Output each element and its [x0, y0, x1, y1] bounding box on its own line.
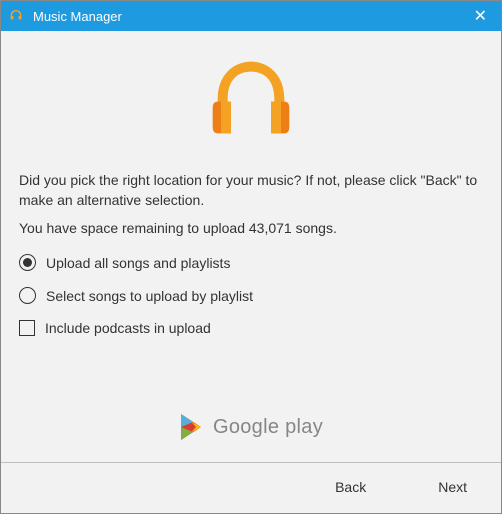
radio-label: Upload all songs and playlists — [46, 255, 230, 271]
radio-upload-all[interactable]: Upload all songs and playlists — [19, 254, 483, 271]
checkbox-label: Include podcasts in upload — [45, 320, 211, 336]
google-play-text: Google play — [213, 416, 323, 439]
checkbox-include-podcasts[interactable]: Include podcasts in upload — [19, 320, 483, 336]
google-play-branding: Google play — [19, 404, 483, 462]
titlebar: Music Manager ✕ — [1, 1, 501, 31]
prompt-text: Did you pick the right location for your… — [19, 171, 483, 210]
checkbox-icon — [19, 320, 35, 336]
back-button[interactable]: Back — [327, 475, 374, 499]
radio-by-playlist[interactable]: Select songs to upload by playlist — [19, 287, 483, 304]
radio-icon — [19, 254, 36, 271]
radio-label: Select songs to upload by playlist — [46, 288, 253, 304]
radio-icon — [19, 287, 36, 304]
footer: Back Next — [1, 462, 501, 513]
content-area: Did you pick the right location for your… — [1, 31, 501, 462]
headphones-icon — [201, 53, 301, 137]
spacer — [19, 346, 483, 404]
play-store-icon — [179, 412, 207, 442]
headphones-logo-wrap — [19, 31, 483, 171]
next-button[interactable]: Next — [430, 475, 475, 499]
space-remaining-text: You have space remaining to upload 43,07… — [19, 220, 483, 236]
app-icon — [7, 7, 25, 25]
close-icon[interactable]: ✕ — [468, 6, 493, 26]
window-title: Music Manager — [33, 9, 468, 24]
